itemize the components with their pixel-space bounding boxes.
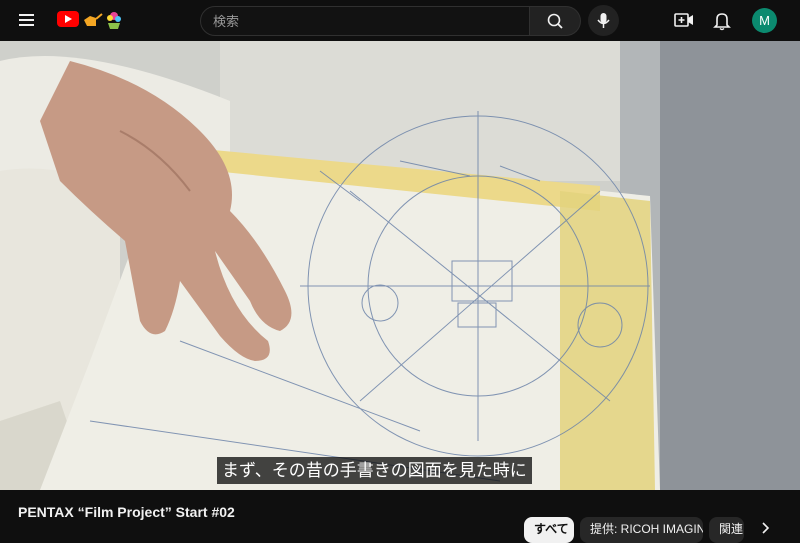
video-title: PENTAX “Film Project” Start #02 <box>18 504 235 520</box>
video-info: PENTAX “Film Project” Start #02 すべて 提供: … <box>0 490 800 543</box>
search-input[interactable] <box>201 7 529 35</box>
top-bar: M <box>0 0 800 41</box>
microphone-icon <box>597 13 610 28</box>
video-frame-image <box>0 41 800 490</box>
notifications-bell-icon <box>713 13 731 31</box>
subtitle-caption: まず、その昔の手書きの図面を見た時に <box>217 457 532 484</box>
avatar[interactable]: M <box>752 8 777 33</box>
chip-related[interactable]: 関連 <box>709 517 744 543</box>
watering-can-flower-doodle-icon[interactable] <box>82 8 124 30</box>
search-button[interactable] <box>530 6 581 36</box>
notifications-button[interactable] <box>710 9 734 31</box>
video-player[interactable]: まず、その昔の手書きの図面を見た時に <box>0 41 800 490</box>
hamburger-menu-icon[interactable] <box>15 10 39 30</box>
youtube-logo-icon[interactable] <box>57 11 79 27</box>
chip-all[interactable]: すべて <box>524 517 574 543</box>
create-button[interactable] <box>672 9 696 31</box>
search-box[interactable] <box>200 6 530 36</box>
chip-provided-by[interactable]: 提供: RICOH IMAGING <box>580 517 703 543</box>
chevron-right-icon[interactable] <box>755 518 775 538</box>
create-video-icon <box>674 13 693 27</box>
voice-search-button[interactable] <box>588 5 619 36</box>
search-icon <box>547 13 563 29</box>
